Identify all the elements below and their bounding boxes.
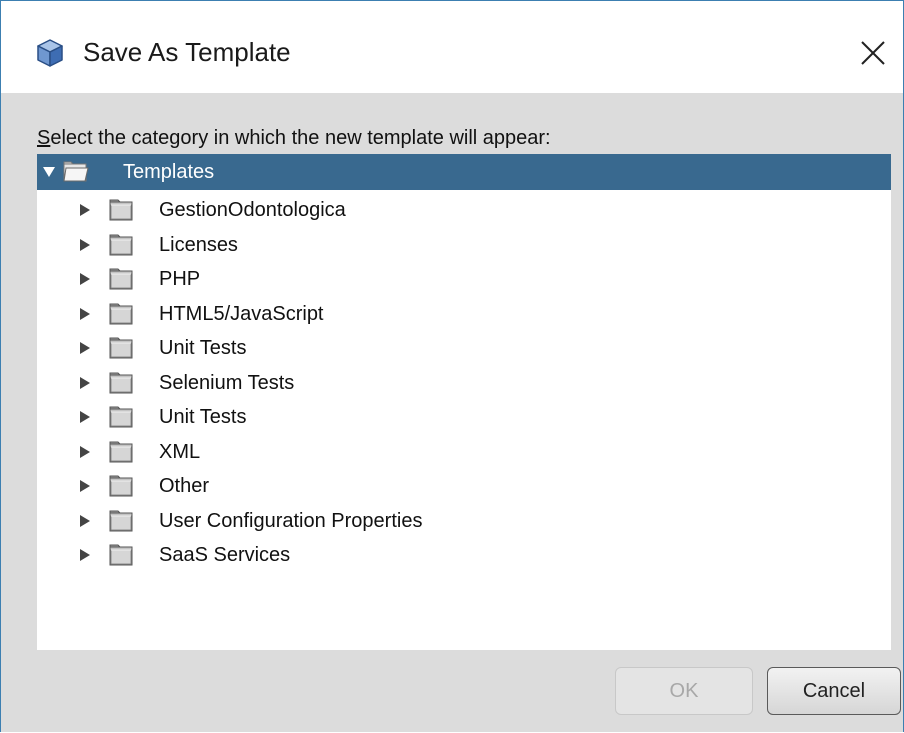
tree-row[interactable]: Other — [37, 469, 891, 503]
tree-row-label: XML — [159, 440, 201, 463]
tree-row-label: SaaS Services — [159, 544, 291, 566]
tree-row-label: User Configuration Properties — [159, 509, 423, 532]
category-tree[interactable]: Templates GestionOdontologica Licenses PHP H… — [37, 154, 891, 650]
tree-row-label: Other — [159, 475, 210, 497]
prompt-mnemonic: S — [37, 127, 51, 149]
chevron-right-icon[interactable] — [77, 435, 93, 469]
close-icon[interactable] — [851, 31, 895, 75]
folder-icon — [109, 475, 133, 497]
chevron-right-icon[interactable] — [77, 366, 93, 400]
folder-icon — [109, 268, 133, 290]
dialog-content: Select the category in which the new tem… — [1, 93, 903, 732]
category-prompt-label: Select the category in which the new tem… — [37, 126, 551, 150]
folder-icon — [109, 372, 133, 393]
chevron-right-icon[interactable] — [77, 469, 93, 503]
chevron-right-icon[interactable] — [77, 331, 93, 365]
prompt-text: elect the category in which the new temp… — [50, 127, 551, 149]
folder-icon — [109, 199, 133, 221]
tree-row-templates[interactable]: Templates — [37, 154, 891, 190]
title-bar[interactable]: Save As Template — [1, 1, 903, 93]
open-folder-icon — [63, 161, 89, 182]
ok-button[interactable]: OK — [615, 667, 753, 715]
tree-row-label: GestionOdontologica — [159, 199, 346, 221]
chevron-right-icon[interactable] — [77, 193, 93, 227]
tree-row[interactable]: PHP — [37, 262, 891, 296]
tree-row[interactable]: XML — [37, 435, 891, 469]
tree-row[interactable]: SaaS Services — [37, 538, 891, 572]
folder-icon — [109, 441, 133, 462]
tree-row[interactable]: User Configuration Properties — [37, 504, 891, 538]
chevron-right-icon[interactable] — [77, 504, 93, 538]
chevron-right-icon[interactable] — [77, 538, 93, 572]
folder-icon — [109, 337, 133, 359]
cube-icon — [37, 39, 63, 67]
tree-row-label: PHP — [159, 268, 201, 290]
tree-row-label: Unit Tests — [159, 406, 247, 428]
tree-row-label: HTML5/JavaScript — [159, 302, 324, 325]
folder-icon — [109, 406, 133, 428]
tree-row-label: Templates — [123, 161, 215, 183]
cancel-button[interactable]: Cancel — [767, 667, 901, 715]
chevron-down-icon[interactable] — [41, 155, 57, 189]
tree-row-label: Selenium Tests — [159, 371, 295, 394]
tree-row-label: Licenses — [159, 233, 238, 256]
chevron-right-icon[interactable] — [77, 297, 93, 331]
tree-row[interactable]: Unit Tests — [37, 400, 891, 434]
chevron-right-icon[interactable] — [77, 228, 93, 262]
tree-row[interactable]: Licenses — [37, 228, 891, 262]
tree-row[interactable]: Unit Tests — [37, 331, 891, 365]
folder-icon — [109, 303, 133, 324]
folder-icon — [109, 510, 133, 531]
chevron-right-icon[interactable] — [77, 262, 93, 296]
tree-row-label: Unit Tests — [159, 337, 247, 359]
tree-row[interactable]: Selenium Tests — [37, 366, 891, 400]
folder-icon — [109, 234, 133, 255]
save-as-template-dialog: Save As Template Select the category in … — [0, 0, 904, 732]
folder-icon — [109, 544, 133, 566]
dialog-title: Save As Template — [83, 37, 291, 67]
tree-row[interactable]: HTML5/JavaScript — [37, 297, 891, 331]
chevron-right-icon[interactable] — [77, 400, 93, 434]
tree-row[interactable]: GestionOdontologica — [37, 193, 891, 227]
